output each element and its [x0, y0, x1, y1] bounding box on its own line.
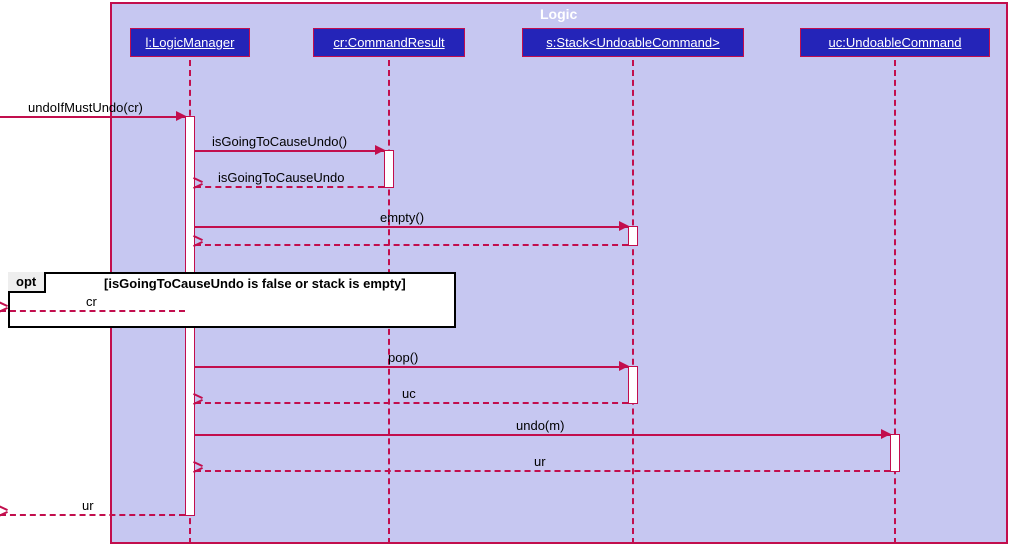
- activation-commandresult: [384, 150, 394, 188]
- arrowhead-cr-return: [0, 306, 10, 316]
- lifeline-head-commandresult: cr:CommandResult: [313, 28, 465, 57]
- arrow-empty-return: [195, 244, 628, 246]
- arrowhead-pop-call: [619, 361, 629, 371]
- arrow-isgoingtocauseundo-return: [195, 186, 384, 188]
- arrow-empty-call: [195, 226, 628, 228]
- label-isgoingtocauseundo-return: isGoingToCauseUndo: [218, 170, 344, 185]
- arrow-isgoingtocauseundo-call: [195, 150, 384, 152]
- arrow-undoifmustundo: [0, 116, 185, 118]
- lifeline-head-logicmanager: l:LogicManager: [130, 28, 250, 57]
- arrow-ur-return-2: [0, 514, 185, 516]
- opt-guard: [isGoingToCauseUndo is false or stack is…: [104, 276, 406, 291]
- label-isgoingtocauseundo-call: isGoingToCauseUndo(): [212, 134, 347, 149]
- label-pop-call: pop(): [388, 350, 418, 365]
- arrowhead-empty-call: [619, 221, 629, 231]
- lifeline-head-undoablecommand: uc:UndoableCommand: [800, 28, 990, 57]
- opt-label: opt: [8, 272, 46, 293]
- arrow-undo-call: [195, 434, 890, 436]
- arrow-cr-return: [0, 310, 185, 312]
- arrowhead-isgoingtocauseundo-return: [195, 182, 205, 192]
- label-uc-return: uc: [402, 386, 416, 401]
- lifeline-head-stack: s:Stack<UndoableCommand>: [522, 28, 744, 57]
- frame-title: Logic: [540, 6, 577, 22]
- label-undo-call: undo(m): [516, 418, 564, 433]
- arrow-ur-return-1: [195, 470, 890, 472]
- arrowhead-isgoingtocauseundo-call: [375, 145, 385, 155]
- label-undoifmustundo: undoIfMustUndo(cr): [28, 100, 143, 115]
- label-cr-return: cr: [86, 294, 97, 309]
- arrowhead-undo-call: [881, 429, 891, 439]
- label-empty-call: empty(): [380, 210, 424, 225]
- label-ur-return-2: ur: [82, 498, 94, 513]
- activation-undoablecommand: [890, 434, 900, 472]
- arrow-uc-return: [195, 402, 628, 404]
- activation-stack-1: [628, 226, 638, 246]
- activation-stack-2: [628, 366, 638, 404]
- arrowhead-ur-return-1: [195, 466, 205, 476]
- arrowhead-ur-return-2: [0, 510, 10, 520]
- arrow-pop-call: [195, 366, 628, 368]
- label-ur-return-1: ur: [534, 454, 546, 469]
- arrowhead-undoifmustundo: [176, 111, 186, 121]
- arrowhead-empty-return: [195, 240, 205, 250]
- arrowhead-uc-return: [195, 398, 205, 408]
